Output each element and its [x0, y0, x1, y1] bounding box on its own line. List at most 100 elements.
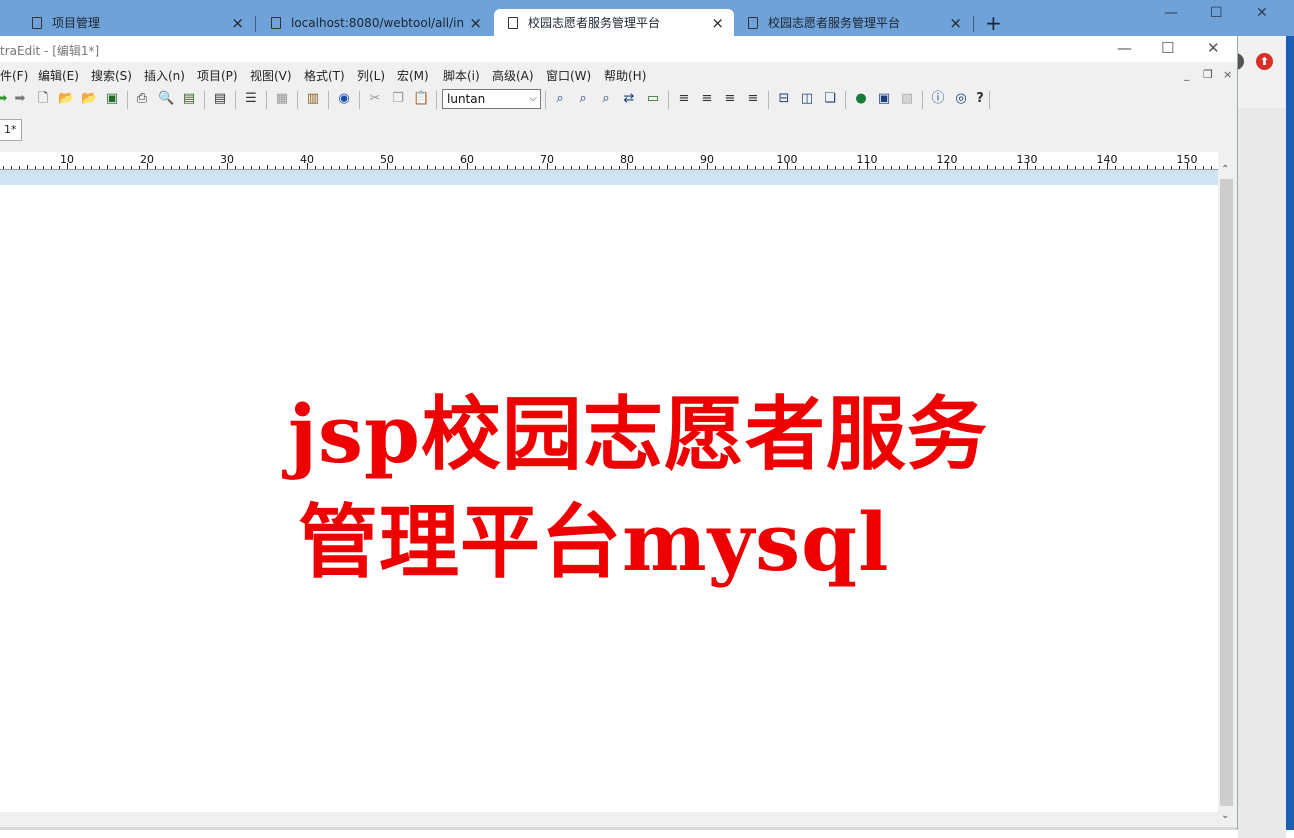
align-left-icon[interactable]: ≡	[676, 91, 692, 107]
split-vertical-icon[interactable]: ◫	[799, 91, 815, 107]
justify-icon[interactable]: ≡	[745, 91, 761, 107]
close-icon[interactable]: ×	[469, 14, 482, 32]
word-wrap-icon[interactable]: ☰	[243, 91, 259, 107]
disabled-tool-icon[interactable]: ▧	[899, 91, 915, 107]
print-preview-icon[interactable]: 🔍	[158, 91, 174, 107]
ruler-tick	[819, 166, 820, 169]
ruler-tick	[1059, 166, 1060, 169]
close-icon[interactable]: ×	[231, 14, 244, 32]
menu-window[interactable]: 窗口(W)	[546, 67, 591, 84]
menu-view[interactable]: 视图(V)	[250, 67, 292, 84]
browser-minimize-button[interactable]: —	[1164, 5, 1178, 21]
open-folder-icon[interactable]: 📂	[58, 91, 74, 107]
ruler-tick	[131, 166, 132, 169]
scroll-up-icon[interactable]: ⌃	[1221, 164, 1229, 175]
close-icon[interactable]: ×	[949, 14, 962, 32]
ruler-label: 100	[776, 153, 798, 166]
export-icon[interactable]: ▤	[181, 91, 197, 107]
context-help-icon[interactable]: ◎	[953, 91, 969, 107]
align-center-icon[interactable]: ≡	[699, 91, 715, 107]
ruler-tick	[1211, 166, 1212, 169]
ruler-tick	[811, 166, 812, 169]
save-icon[interactable]: ▣	[104, 91, 120, 107]
menu-project[interactable]: 项目(P)	[197, 67, 238, 84]
menu-format[interactable]: 格式(T)	[304, 67, 345, 84]
browser-view-icon[interactable]: ◉	[336, 91, 352, 107]
menu-script[interactable]: 脚本(i)	[443, 67, 480, 84]
scroll-down-icon[interactable]: ⌄	[1221, 810, 1229, 821]
toolbar-separator	[922, 91, 923, 109]
find-next-icon[interactable]: ⌕	[575, 91, 591, 107]
find-prev-icon[interactable]: ⌕	[598, 91, 614, 107]
cut-icon[interactable]: ✂	[367, 91, 383, 107]
globe-icon[interactable]: ●	[853, 91, 869, 107]
ruler-tick	[155, 166, 156, 169]
menu-edit[interactable]: 编辑(E)	[38, 67, 79, 84]
editor-maximize-button[interactable]: ☐	[1161, 39, 1174, 57]
ruler-tick	[1131, 166, 1132, 169]
menu-column[interactable]: 列(L)	[357, 67, 385, 84]
ruler-label: 150	[1176, 153, 1198, 166]
ruler-tick	[971, 166, 972, 169]
document-tab[interactable]: 1*	[0, 119, 22, 141]
mdi-close-button[interactable]: ×	[1223, 68, 1232, 81]
mdi-restore-button[interactable]: ❐	[1203, 68, 1213, 81]
hex-mode-icon[interactable]: ▦	[274, 91, 290, 107]
vertical-scrollbar[interactable]: ⌃ ⌄	[1218, 162, 1235, 826]
menu-help[interactable]: 帮助(H)	[604, 67, 646, 84]
menu-file[interactable]: 件(F)	[0, 67, 28, 84]
toolbar-separator	[297, 91, 298, 109]
document-icon[interactable]: ▤	[212, 91, 228, 107]
browser-close-button[interactable]: ✕	[1256, 5, 1268, 21]
ruler-tick	[139, 166, 140, 169]
ruler-tick	[3, 166, 4, 169]
ruler-tick	[475, 166, 476, 169]
mdi-minimize-button[interactable]: _	[1184, 68, 1190, 81]
split-horizontal-icon[interactable]: ⊟	[776, 91, 792, 107]
editor-minimize-button[interactable]: —	[1117, 39, 1132, 57]
ruler-label: 120	[936, 153, 958, 166]
menu-advanced[interactable]: 高级(A)	[492, 67, 534, 84]
find-in-files-icon[interactable]: ▭	[645, 91, 661, 107]
browser-tab-localhost[interactable]: localhost:8080/webtool/all/in ×	[256, 9, 492, 36]
open-recent-icon[interactable]: 📂	[81, 91, 97, 107]
forward-arrow-icon[interactable]: ➡	[12, 91, 28, 107]
scrollbar-thumb[interactable]	[1220, 179, 1233, 806]
clipboard-list-icon[interactable]: ▥	[305, 91, 321, 107]
close-icon[interactable]: ×	[711, 14, 724, 32]
align-right-icon[interactable]: ≡	[722, 91, 738, 107]
back-arrow-icon[interactable]: ➡	[0, 91, 10, 107]
browser-tab-platform[interactable]: 校园志愿者服务管理平台 ×	[734, 9, 972, 36]
preview-window-icon[interactable]: ▣	[876, 91, 892, 107]
tab-label: 校园志愿者服务管理平台	[528, 16, 661, 30]
browser-tab-active[interactable]: 校园志愿者服务管理平台 ×	[494, 9, 734, 36]
browser-tab-project[interactable]: 项目管理 ×	[16, 9, 254, 36]
help-icon[interactable]: ?	[972, 91, 988, 107]
upload-icon[interactable]: ⬆	[1256, 53, 1273, 70]
menu-insert[interactable]: 插入(n)	[144, 67, 185, 84]
ruler-tick	[531, 166, 532, 169]
new-tab-button[interactable]: +	[985, 11, 1002, 35]
find-icon[interactable]: ⌕	[552, 91, 568, 107]
editor-title-bar: traEdit - [编辑1*] — ☐ ✕	[0, 36, 1237, 62]
chevron-down-icon[interactable]: ⌵	[529, 90, 537, 108]
menu-macro[interactable]: 宏(M)	[397, 67, 429, 84]
editor-close-button[interactable]: ✕	[1207, 39, 1220, 57]
ruler-tick	[883, 166, 884, 169]
background-page-strip	[1238, 36, 1286, 838]
toolbar-separator	[436, 91, 437, 109]
new-file-icon[interactable]: 🗋	[35, 91, 51, 107]
ruler-tick	[579, 166, 580, 169]
copy-icon[interactable]: ❐	[390, 91, 406, 107]
menu-search[interactable]: 搜索(S)	[91, 67, 132, 84]
ruler-tick	[51, 166, 52, 169]
browser-maximize-button[interactable]: ☐	[1210, 5, 1223, 21]
info-icon[interactable]: ⓘ	[930, 91, 946, 107]
replace-icon[interactable]: ⇄	[621, 91, 637, 107]
paste-icon[interactable]: 📋	[413, 91, 429, 107]
ruler-tick	[747, 165, 748, 169]
cascade-icon[interactable]: ❏	[822, 91, 838, 107]
font-select[interactable]: luntan ⌵	[442, 89, 541, 109]
print-icon[interactable]: ⎙	[134, 91, 150, 107]
ruler-tick	[1155, 166, 1156, 169]
